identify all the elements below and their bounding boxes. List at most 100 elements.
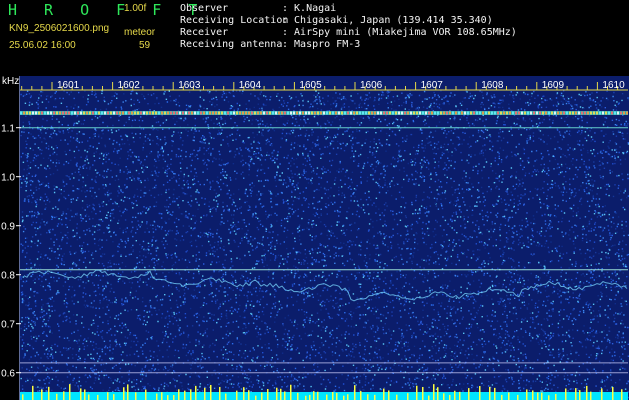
x-tick-label: 1602 bbox=[118, 80, 141, 91]
meteor-spike bbox=[167, 395, 169, 400]
carrier-band-segment bbox=[467, 111, 469, 115]
meteor-spike bbox=[243, 387, 245, 400]
carrier-band-segment bbox=[503, 111, 505, 115]
meteor-spike bbox=[305, 395, 307, 400]
meteor-spike bbox=[367, 394, 369, 400]
meteor-spike bbox=[284, 391, 286, 400]
carrier-band-segment bbox=[620, 111, 622, 115]
carrier-band-segment bbox=[191, 111, 193, 115]
carrier-band-segment bbox=[524, 111, 526, 115]
x-tick-label: 1606 bbox=[360, 80, 383, 91]
carrier-band-segment bbox=[344, 111, 346, 115]
carrier-band-segment bbox=[422, 111, 424, 115]
carrier-band-segment bbox=[617, 111, 619, 115]
carrier-band-segment bbox=[485, 111, 487, 115]
carrier-band-segment bbox=[413, 111, 415, 115]
carrier-band-segment bbox=[83, 111, 85, 115]
carrier-band-segment bbox=[122, 111, 124, 115]
carrier-band-segment bbox=[569, 111, 571, 115]
carrier-band-segment bbox=[140, 111, 142, 115]
carrier-band-segment bbox=[26, 111, 28, 115]
meteor-spike bbox=[433, 384, 435, 400]
carrier-band-segment bbox=[599, 111, 601, 115]
carrier-band-segment bbox=[80, 111, 82, 115]
carrier-band-segment bbox=[560, 111, 562, 115]
carrier-band-segment bbox=[326, 111, 328, 115]
carrier-band-segment bbox=[215, 111, 217, 115]
carrier-band-segment bbox=[278, 111, 280, 115]
carrier-band-segment bbox=[539, 111, 541, 115]
carrier-band-segment bbox=[110, 111, 112, 115]
meteor-spike bbox=[590, 391, 592, 400]
carrier-band-segment bbox=[89, 111, 91, 115]
carrier-band-segment bbox=[320, 111, 322, 115]
meteor-spike bbox=[526, 389, 528, 400]
carrier-band-segment bbox=[176, 111, 178, 115]
carrier-band-segment bbox=[458, 111, 460, 115]
meteor-spike bbox=[156, 393, 158, 400]
meteor-spike bbox=[407, 393, 409, 400]
meteor-spike bbox=[454, 390, 456, 400]
carrier-band-segment bbox=[59, 111, 61, 115]
meteor-spike bbox=[123, 387, 125, 400]
carrier-band-segment bbox=[545, 111, 547, 115]
meteor-spike bbox=[210, 384, 212, 400]
carrier-band-segment bbox=[341, 111, 343, 115]
carrier-band-segment bbox=[365, 111, 367, 115]
carrier-band-segment bbox=[596, 111, 598, 115]
carrier-band-segment bbox=[137, 111, 139, 115]
meteor-spike bbox=[107, 392, 109, 400]
carrier-band-segment bbox=[284, 111, 286, 115]
x-tick-label: 1601 bbox=[57, 80, 80, 91]
carrier-band-segment bbox=[479, 111, 481, 115]
carrier-band-segment bbox=[470, 111, 472, 115]
carrier-band-segment bbox=[152, 111, 154, 115]
carrier-band-segment bbox=[182, 111, 184, 115]
carrier-band-segment bbox=[512, 111, 514, 115]
carrier-band-segment bbox=[161, 111, 163, 115]
carrier-band-segment bbox=[449, 111, 451, 115]
meteor-spike bbox=[517, 394, 519, 400]
carrier-band-segment bbox=[293, 111, 295, 115]
carrier-band-segment bbox=[626, 111, 628, 115]
carrier-band-segment bbox=[143, 111, 145, 115]
carrier-band-segment bbox=[428, 111, 430, 115]
carrier-band-segment bbox=[272, 111, 274, 115]
meteor-spike bbox=[532, 390, 534, 400]
carrier-band-segment bbox=[299, 111, 301, 115]
carrier-band-segment bbox=[101, 111, 103, 115]
meteor-spike bbox=[22, 394, 24, 400]
carrier-band-segment bbox=[287, 111, 289, 115]
meteor-spike bbox=[343, 395, 345, 400]
carrier-band-segment bbox=[92, 111, 94, 115]
meteor-spike bbox=[501, 394, 503, 400]
carrier-band-segment bbox=[302, 111, 304, 115]
carrier-band-segment bbox=[131, 111, 133, 115]
carrier-band-segment bbox=[146, 111, 148, 115]
carrier-band-segment bbox=[611, 111, 613, 115]
carrier-band-segment bbox=[425, 111, 427, 115]
meteor-spike bbox=[261, 392, 263, 400]
carrier-band-segment bbox=[443, 111, 445, 115]
x-tick-label: 1607 bbox=[421, 80, 444, 91]
carrier-band-segment bbox=[107, 111, 109, 115]
carrier-band-segment bbox=[239, 111, 241, 115]
carrier-band-segment bbox=[392, 111, 394, 115]
meteor-spike bbox=[127, 384, 129, 400]
carrier-band-segment bbox=[242, 111, 244, 115]
hrofft-window: H R O F F T 1.00f KN9_2506021600.png met… bbox=[0, 0, 629, 400]
y-tick-label: 1.1 bbox=[1, 124, 15, 135]
carrier-band-segment bbox=[203, 111, 205, 115]
meteor-spike bbox=[332, 392, 334, 400]
carrier-band-segment bbox=[119, 111, 121, 115]
carrier-band-segment bbox=[419, 111, 421, 115]
carrier-band-segment bbox=[494, 111, 496, 115]
carrier-band-segment bbox=[197, 111, 199, 115]
carrier-band-segment bbox=[500, 111, 502, 115]
meteor-spike bbox=[63, 391, 65, 400]
meteor-spike bbox=[309, 394, 311, 400]
carrier-band-segment bbox=[461, 111, 463, 115]
carrier-band-segment bbox=[311, 111, 313, 115]
meteor-spike bbox=[145, 389, 147, 400]
y-tick-label: 0.6 bbox=[1, 369, 15, 380]
